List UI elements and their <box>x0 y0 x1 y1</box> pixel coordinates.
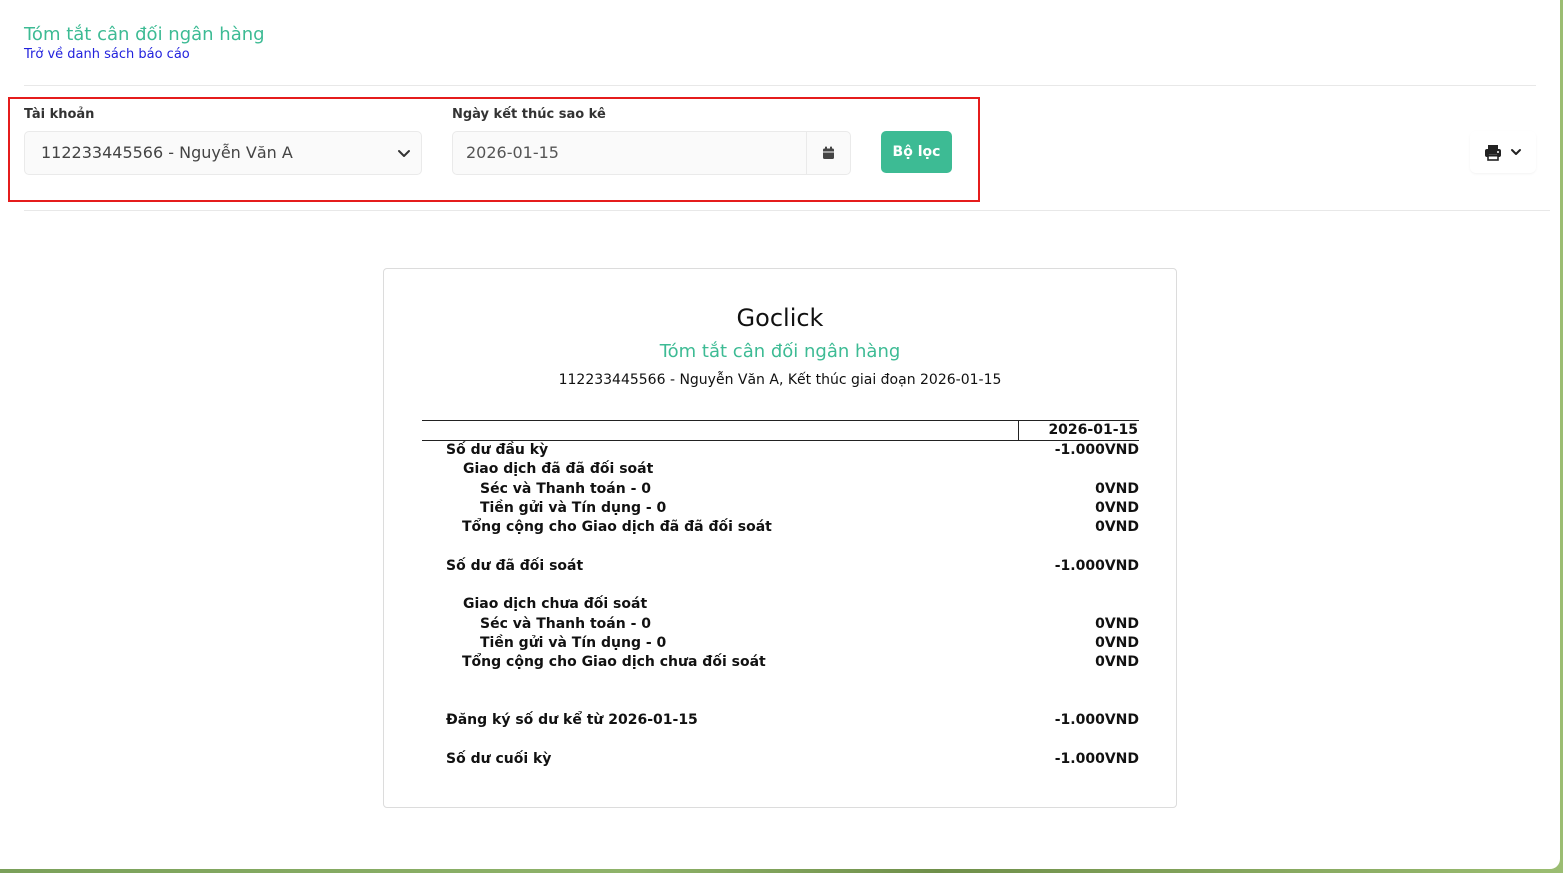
print-menu-button[interactable] <box>1470 131 1536 173</box>
page-header: Tóm tắt cân đối ngân hàng Trở về danh sá… <box>24 24 265 63</box>
table-row: Séc và Thanh toán - 0 0VND <box>480 481 1139 497</box>
back-to-reports-link[interactable]: Trở về danh sách báo cáo <box>24 47 265 63</box>
filter-button[interactable]: Bộ lọc <box>881 131 952 173</box>
calendar-icon <box>823 146 834 159</box>
chevron-down-icon <box>1511 149 1521 155</box>
report-panel: Goclick Tóm tắt cân đối ngân hàng 112233… <box>383 268 1177 808</box>
report-title: Tóm tắt cân đối ngân hàng <box>659 341 901 362</box>
divider <box>24 85 1536 86</box>
account-label: Tài khoản <box>24 107 95 122</box>
chevron-down-icon <box>398 150 410 157</box>
table-top-rule <box>422 420 1139 421</box>
table-row: Tiền gửi và Tín dụng - 0 0VND <box>480 500 1139 516</box>
table-row: Tổng cộng cho Giao dịch đã đã đối soát 0… <box>462 519 1139 535</box>
table-row: Giao dịch đã đã đối soát <box>463 461 654 477</box>
page-title: Tóm tắt cân đối ngân hàng <box>24 24 265 45</box>
printer-icon <box>1485 144 1501 161</box>
divider <box>24 210 1550 211</box>
column-separator <box>1018 420 1019 440</box>
table-row: Tổng cộng cho Giao dịch chưa đối soát 0V… <box>462 654 1139 670</box>
account-select[interactable]: 112233445566 - Nguyễn Văn A <box>24 131 422 175</box>
table-row: Đăng ký số dư kể từ 2026-01-15 -1.000VND <box>446 712 1139 728</box>
end-date-value: 2026-01-15 <box>466 143 559 162</box>
table-row: Số dư đầu kỳ -1.000VND <box>446 442 1139 458</box>
table-row: Tiền gửi và Tín dụng - 0 0VND <box>480 635 1139 651</box>
end-date-input[interactable]: 2026-01-15 <box>452 131 807 175</box>
table-row: Séc và Thanh toán - 0 0VND <box>480 616 1139 632</box>
calendar-button[interactable] <box>806 131 851 175</box>
table-row: Giao dịch chưa đối soát <box>463 596 648 612</box>
date-label: Ngày kết thúc sao kê <box>452 107 606 122</box>
table-row: Số dư cuối kỳ -1.000VND <box>446 751 1139 767</box>
page: Tóm tắt cân đối ngân hàng Trở về danh sá… <box>0 0 1560 869</box>
date-column-header: 2026-01-15 <box>1048 422 1138 438</box>
account-select-value: 112233445566 - Nguyễn Văn A <box>41 143 293 162</box>
report-subtitle: 112233445566 - Nguyễn Văn A, Kết thúc gi… <box>558 372 1002 388</box>
table-row: Số dư đã đối soát -1.000VND <box>446 558 1139 574</box>
company-name: Goclick <box>736 304 824 332</box>
